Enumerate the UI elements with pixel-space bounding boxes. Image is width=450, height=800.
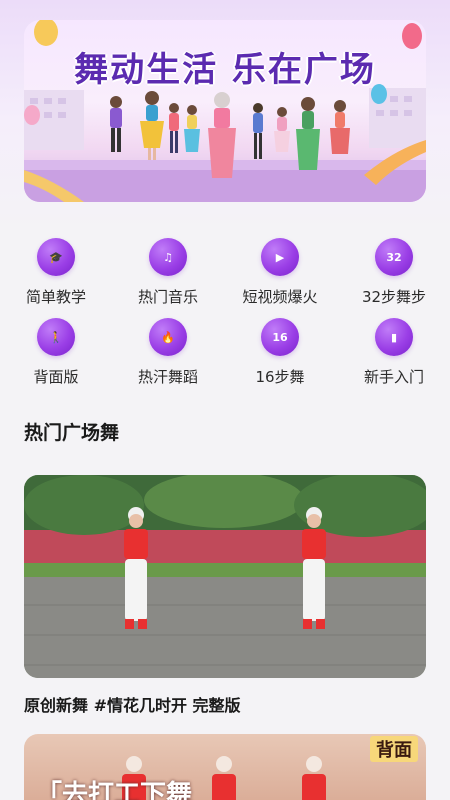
video-thumbnail-image — [24, 475, 426, 678]
number-16-icon: 16 — [261, 318, 299, 356]
banner-title: 舞动生活 乐在广场 — [74, 50, 376, 90]
video-thumbnail[interactable]: 背面 「去打工下舞 — [24, 734, 426, 800]
category-16-steps[interactable]: 16 16步舞 — [224, 318, 336, 387]
category-label: 32步舞步 — [361, 288, 427, 306]
category-label: 热门音乐 — [137, 288, 198, 306]
category-32-steps[interactable]: 32 32步舞步 — [338, 238, 450, 307]
category-label: 16步舞 — [255, 368, 305, 386]
category-hot-music[interactable]: ♫ 热门音乐 — [112, 238, 224, 307]
book-icon: ▮ — [375, 318, 413, 356]
person-icon: 🚶 — [37, 318, 75, 356]
graduation-cap-icon: 🎓 — [37, 238, 75, 276]
category-label: 短视频爆火 — [242, 288, 318, 306]
category-simple-teaching[interactable]: 🎓 简单教学 — [0, 238, 112, 307]
category-label: 背面版 — [33, 368, 79, 386]
back-view-tag: 背面 — [370, 736, 418, 762]
category-short-video[interactable]: ▶ 短视频爆火 — [224, 238, 336, 307]
category-beginner[interactable]: ▮ 新手入门 — [338, 318, 450, 387]
hero-banner[interactable]: 舞动生活 乐在广场 — [24, 20, 426, 202]
category-sweat-dance[interactable]: 🔥 热汗舞蹈 — [112, 318, 224, 387]
category-label: 热汗舞蹈 — [137, 368, 198, 386]
play-icon: ▶ — [261, 238, 299, 276]
thumbnail-overlay-text: 「去打工下舞 — [36, 780, 193, 800]
number-32-icon: 32 — [375, 238, 413, 276]
category-label: 简单教学 — [25, 288, 86, 306]
section-title: 热门广场舞 — [24, 422, 120, 444]
category-back-view[interactable]: 🚶 背面版 — [0, 318, 112, 387]
flame-icon: 🔥 — [149, 318, 187, 356]
category-label: 新手入门 — [363, 368, 424, 386]
music-note-icon: ♫ — [149, 238, 187, 276]
video-title[interactable]: 原创新舞 #情花几时开 完整版 — [24, 692, 241, 716]
video-thumbnail[interactable] — [24, 475, 426, 678]
